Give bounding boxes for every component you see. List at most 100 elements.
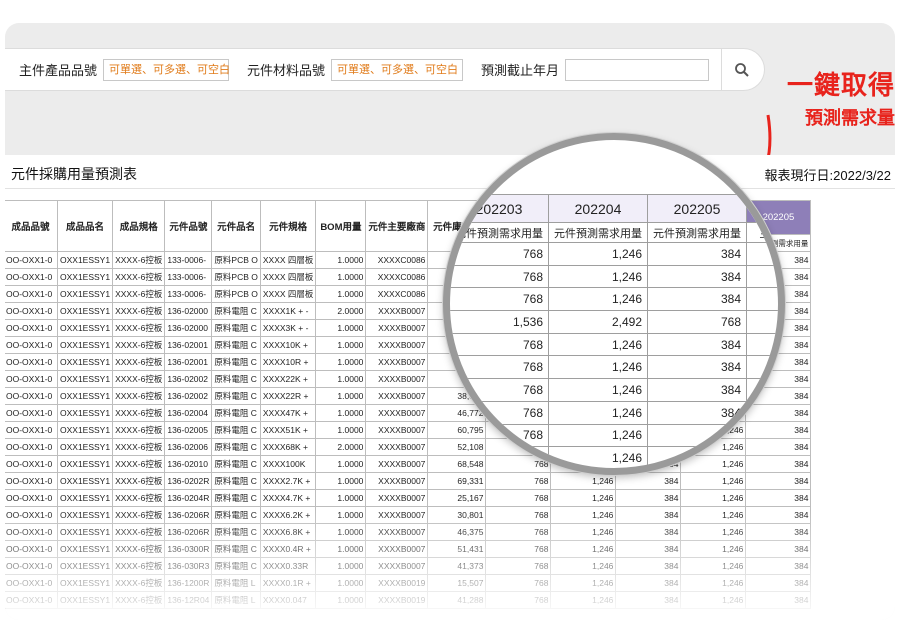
table-cell[interactable]: XXXX-6控板 (112, 251, 166, 269)
table-cell[interactable]: 1.0000 (315, 319, 367, 337)
table-cell[interactable]: OO-OXX1-0 (5, 404, 58, 422)
table-cell[interactable]: 原料PCB O (211, 268, 261, 286)
table-row[interactable]: OO-OXX1-0 OXX1ESSY1 XXXX-6控板 136-0202R 原料電阻 … (5, 472, 812, 490)
table-cell[interactable]: 384 (615, 506, 682, 524)
table-cell[interactable]: OXX1ESSY1 (56, 455, 114, 473)
table-cell[interactable]: 1.0000 (315, 574, 367, 592)
table-cell[interactable]: 原料電阻 C (211, 387, 261, 405)
table-row[interactable]: OO-OXX1-0 OXX1ESSY1 XXXX-6控板 136-0206R 原料電阻 … (5, 523, 812, 541)
table-cell[interactable]: XXXX 四層板 (259, 285, 317, 303)
search-button[interactable] (722, 48, 762, 91)
table-cell[interactable]: 原料電阻 L (211, 591, 261, 609)
table-cell[interactable]: 1.0000 (315, 268, 367, 286)
table-cell[interactable]: XXXX10K + (259, 336, 317, 354)
table-cell[interactable]: 1,246 (550, 540, 617, 558)
table-cell[interactable]: OO-OXX1-0 (5, 574, 58, 592)
table-cell[interactable]: 2.0000 (315, 302, 367, 320)
table-cell[interactable]: OXX1ESSY1 (56, 353, 114, 371)
table-row[interactable]: OO-OXX1-0 OXX1ESSY1 XXXX-6控板 136-0204R 原料電阻 … (5, 489, 812, 507)
table-cell[interactable]: 136-02000 (164, 319, 213, 337)
table-cell[interactable]: 1,246 (550, 557, 617, 575)
table-cell[interactable]: XXXXC0086 (365, 251, 429, 269)
table-cell[interactable]: 原料電阻 C (211, 302, 261, 320)
table-cell[interactable]: XXXX0.33R (259, 557, 317, 575)
table-cell[interactable]: 136-12R04 (164, 591, 213, 609)
table-cell[interactable]: 1.0000 (315, 506, 367, 524)
table-cell[interactable]: 384 (615, 523, 682, 541)
table-cell[interactable]: XXXXB0007 (365, 523, 429, 541)
table-cell[interactable]: 1.0000 (315, 557, 367, 575)
table-cell[interactable]: XXXXB0007 (365, 319, 429, 337)
table-cell[interactable]: 69,331 (427, 472, 487, 490)
table-cell[interactable]: 原料PCB O (211, 285, 261, 303)
table-cell[interactable]: 768 (485, 540, 552, 558)
table-cell[interactable]: 原料電阻 C (211, 540, 261, 558)
table-cell[interactable]: XXXXB0007 (365, 557, 429, 575)
table-cell[interactable]: 41,288 (427, 591, 487, 609)
table-cell[interactable]: 1,246 (550, 523, 617, 541)
table-cell[interactable]: 384 (745, 557, 812, 575)
table-cell[interactable]: XXXX1K + - (259, 302, 317, 320)
table-cell[interactable]: 1.0000 (315, 523, 367, 541)
table-cell[interactable]: XXXX-6控板 (112, 455, 166, 473)
table-cell[interactable]: 384 (745, 574, 812, 592)
table-cell[interactable]: 136-02005 (164, 421, 213, 439)
table-cell[interactable]: XXXX-6控板 (112, 506, 166, 524)
table-cell[interactable]: XXXX0.1R + (259, 574, 317, 592)
table-cell[interactable]: 768 (485, 591, 552, 609)
table-cell[interactable]: 1.0000 (315, 353, 367, 371)
table-cell[interactable]: XXXXB0007 (365, 387, 429, 405)
table-cell[interactable]: OO-OXX1-0 (5, 302, 58, 320)
table-cell[interactable]: OO-OXX1-0 (5, 455, 58, 473)
table-cell[interactable]: 原料PCB O (211, 251, 261, 269)
table-cell[interactable]: 1.0000 (315, 336, 367, 354)
table-cell[interactable]: OO-OXX1-0 (5, 489, 58, 507)
table-cell[interactable]: 原料電阻 C (211, 421, 261, 439)
table-cell[interactable]: XXXX100K (259, 455, 317, 473)
table-row[interactable]: OO-OXX1-0 OXX1ESSY1 XXXX-6控板 136-1200R 原料電阻 … (5, 574, 812, 592)
table-cell[interactable]: XXXX2.7K + (259, 472, 317, 490)
table-cell[interactable]: 2.0000 (315, 438, 367, 456)
table-cell[interactable]: OO-OXX1-0 (5, 557, 58, 575)
table-cell[interactable]: XXXX6.8K + (259, 523, 317, 541)
table-cell[interactable]: 1,246 (680, 591, 747, 609)
table-cell[interactable]: OXX1ESSY1 (56, 319, 114, 337)
table-cell[interactable]: 1,246 (550, 506, 617, 524)
table-cell[interactable]: 1,246 (550, 574, 617, 592)
table-cell[interactable]: OO-OXX1-0 (5, 591, 58, 609)
table-cell[interactable]: 51,431 (427, 540, 487, 558)
table-cell[interactable]: XXXXB0007 (365, 404, 429, 422)
table-cell[interactable]: 1.0000 (315, 387, 367, 405)
table-cell[interactable]: 1.0000 (315, 472, 367, 490)
table-cell[interactable]: XXXX-6控板 (112, 438, 166, 456)
table-cell[interactable]: OO-OXX1-0 (5, 506, 58, 524)
table-cell[interactable]: 384 (745, 489, 812, 507)
table-cell[interactable]: XXXX10R + (259, 353, 317, 371)
table-cell[interactable]: OXX1ESSY1 (56, 438, 114, 456)
cutoff-input[interactable] (565, 58, 710, 81)
table-cell[interactable]: XXXX-6控板 (112, 404, 166, 422)
table-cell[interactable]: 1,246 (550, 472, 617, 490)
table-cell[interactable]: 1,246 (550, 489, 617, 507)
table-cell[interactable]: OXX1ESSY1 (56, 472, 114, 490)
table-cell[interactable]: XXXXB0007 (365, 336, 429, 354)
table-cell[interactable]: 原料電阻 C (211, 438, 261, 456)
table-cell[interactable]: 1.0000 (315, 540, 367, 558)
table-cell[interactable]: OO-OXX1-0 (5, 523, 58, 541)
table-cell[interactable]: XXXX-6控板 (112, 472, 166, 490)
table-cell[interactable]: 384 (615, 591, 682, 609)
table-cell[interactable]: XXXX0.047 (259, 591, 317, 609)
table-cell[interactable]: XXXX6.2K + (259, 506, 317, 524)
table-cell[interactable]: 768 (485, 523, 552, 541)
table-cell[interactable]: OXX1ESSY1 (56, 387, 114, 405)
table-cell[interactable]: 384 (615, 557, 682, 575)
table-cell[interactable]: XXXX-6控板 (112, 523, 166, 541)
table-cell[interactable]: 768 (485, 557, 552, 575)
table-cell[interactable]: OO-OXX1-0 (5, 438, 58, 456)
table-cell[interactable]: 1,246 (550, 591, 617, 609)
table-cell[interactable]: 768 (485, 574, 552, 592)
table-cell[interactable]: XXXXB0007 (365, 455, 429, 473)
table-cell[interactable]: 15,507 (427, 574, 487, 592)
table-cell[interactable]: 1,246 (680, 506, 747, 524)
main-part-input[interactable]: 可單選、可多選、可空白 (103, 58, 230, 81)
